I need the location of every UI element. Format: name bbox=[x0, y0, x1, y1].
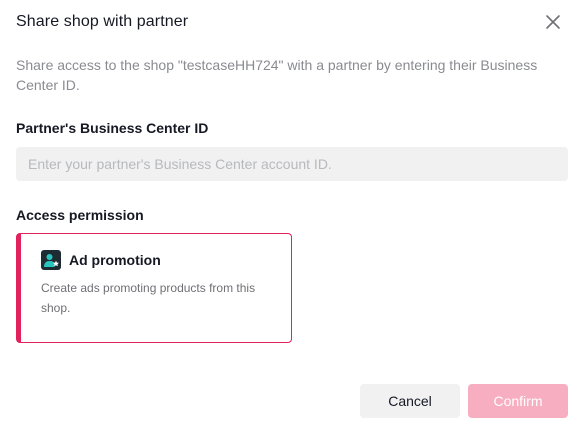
ad-promotion-title: Ad promotion bbox=[69, 252, 161, 268]
dialog-description: Share access to the shop "testcaseHH724"… bbox=[16, 57, 538, 93]
ad-promotion-icon bbox=[41, 250, 61, 270]
access-permission-label: Access permission bbox=[16, 207, 144, 223]
ad-promotion-description: Create ads promoting products from this … bbox=[41, 281, 256, 315]
partner-id-input[interactable] bbox=[16, 147, 568, 181]
cancel-button[interactable]: Cancel bbox=[360, 384, 460, 418]
close-icon[interactable] bbox=[543, 12, 563, 32]
dialog-title: Share shop with partner bbox=[16, 13, 189, 30]
ad-promotion-card[interactable]: Ad promotion Create ads promoting produc… bbox=[16, 233, 292, 343]
partner-id-label: Partner's Business Center ID bbox=[16, 120, 209, 136]
share-shop-dialog: Share shop with partner Share access to … bbox=[0, 0, 583, 432]
confirm-button[interactable]: Confirm bbox=[468, 384, 568, 418]
